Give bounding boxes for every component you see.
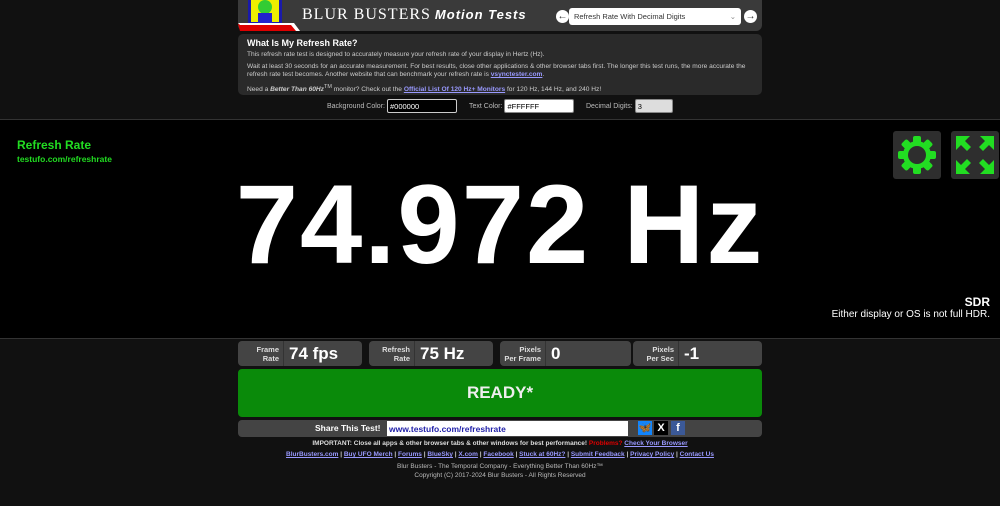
share-url-input[interactable]: [387, 421, 628, 436]
ready-status[interactable]: READY*: [238, 369, 762, 417]
test-selector[interactable]: Refresh Rate With Decimal Digits ⌄: [569, 8, 741, 25]
bg-color-input[interactable]: [386, 99, 457, 113]
monitor-list-link[interactable]: Official List Of 120 Hz+ Monitors: [404, 86, 505, 93]
share-label: Share This Test!: [315, 423, 381, 433]
info-title: What Is My Refresh Rate?: [247, 38, 358, 48]
prev-test-button[interactable]: ←: [556, 10, 569, 23]
decimal-digits-label: Decimal Digits:: [586, 102, 633, 110]
info-text: Need a Better Than 60HzTM monitor? Check…: [247, 83, 602, 93]
text-color-input[interactable]: [504, 99, 575, 113]
hdr-note: Either display or OS is not full HDR.: [831, 309, 990, 320]
footer-link[interactable]: Privacy Policy: [630, 451, 674, 458]
refresh-rate-readout: 74.972 Hz: [235, 162, 765, 287]
x-icon[interactable]: X: [654, 421, 668, 435]
test-title: Refresh Rate: [17, 138, 92, 152]
footer-link[interactable]: BlurBusters.com: [286, 451, 338, 458]
copyright: Copyright (C) 2017-2024 Blur Busters - A…: [414, 472, 586, 479]
footer-links: BlurBusters.com | Buy UFO Merch | Forums…: [286, 451, 714, 458]
ufo-logo[interactable]: [238, 0, 300, 31]
decimal-digits-input[interactable]: [634, 99, 673, 113]
vsynctester-link[interactable]: vsynctester.com: [491, 71, 543, 78]
chevron-down-icon: ⌄: [729, 12, 736, 21]
sdr-label: SDR: [964, 295, 990, 309]
footer-link[interactable]: X.com: [458, 451, 478, 458]
footer-link[interactable]: Buy UFO Merch: [344, 451, 393, 458]
footer-link[interactable]: Facebook: [483, 451, 513, 458]
facebook-icon[interactable]: f: [671, 421, 685, 435]
bg-color-label: Background Color:: [327, 102, 385, 110]
footer-tagline: Blur Busters - The Temporal Company - Ev…: [397, 463, 603, 470]
footer-link[interactable]: BlueSky: [427, 451, 453, 458]
share-bar: Share This Test! 🦋 X f: [238, 420, 762, 437]
frame-rate-stat: Frame Rate 74 fps: [238, 341, 362, 366]
info-text: This refresh rate test is designed to ac…: [247, 51, 545, 58]
check-browser-link[interactable]: Check Your Browser: [624, 440, 687, 447]
footer-link[interactable]: Stuck at 60Hz?: [519, 451, 565, 458]
brand-title: BLUR BUSTERS Motion Tests: [302, 6, 527, 23]
important-note: IMPORTANT: Close all apps & other browse…: [312, 440, 688, 447]
next-test-button[interactable]: →: [744, 10, 757, 23]
footer-link[interactable]: Submit Feedback: [571, 451, 625, 458]
footer-link[interactable]: Contact Us: [680, 451, 714, 458]
footer-link[interactable]: Forums: [398, 451, 422, 458]
pixels-per-sec-stat: Pixels Per Sec -1: [633, 341, 762, 366]
text-color-label: Text Color:: [469, 102, 503, 110]
pixels-per-frame-stat: Pixels Per Frame 0: [500, 341, 631, 366]
info-panel: What Is My Refresh Rate? This refresh ra…: [238, 34, 762, 95]
info-text: Wait at least 30 seconds for an accurate…: [247, 62, 746, 79]
refresh-rate-stat: Refresh Rate 75 Hz: [369, 341, 493, 366]
bluesky-icon[interactable]: 🦋: [638, 421, 652, 435]
